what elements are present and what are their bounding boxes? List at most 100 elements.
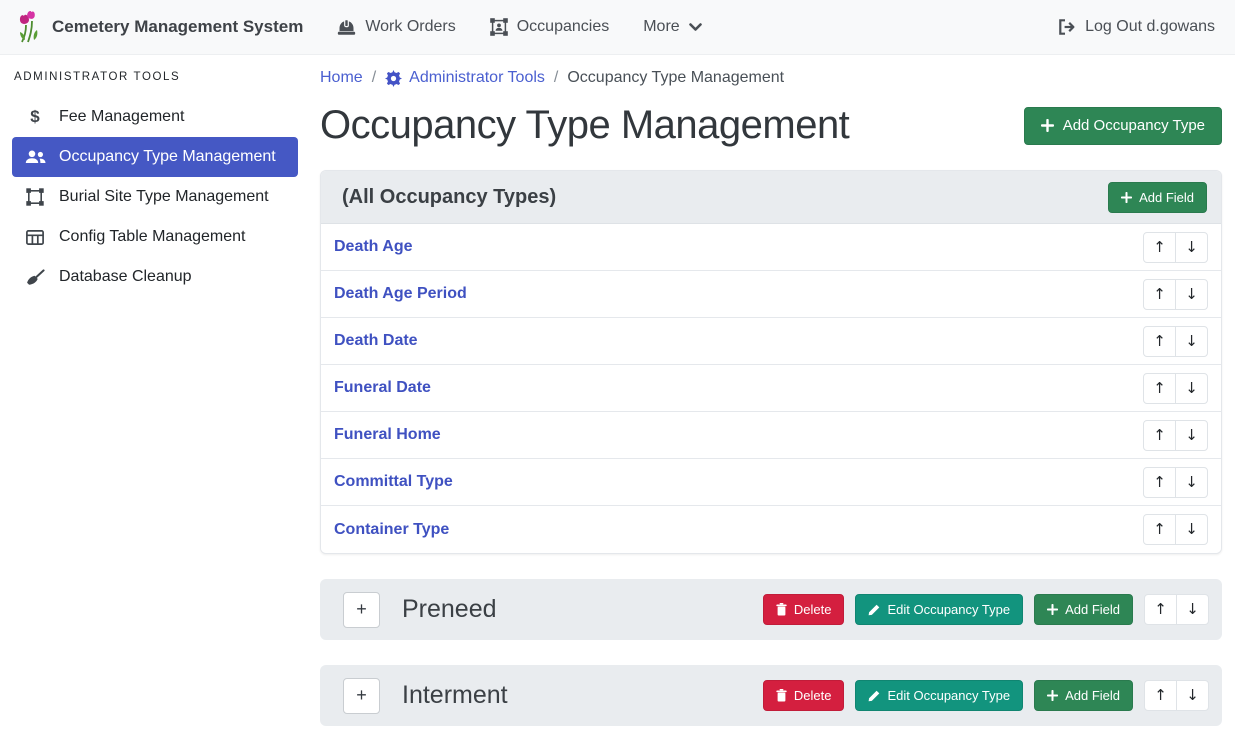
- sidebar-item-label: Config Table Management: [59, 228, 246, 246]
- reorder-buttons: ↑ ↓: [1143, 420, 1208, 451]
- add-field-button[interactable]: Add Field: [1108, 182, 1207, 213]
- sidebar-item-fee-management[interactable]: $ Fee Management: [12, 97, 298, 137]
- pencil-icon: [868, 690, 880, 702]
- move-down-button[interactable]: ↓: [1175, 467, 1208, 498]
- nav-occupancies[interactable]: Occupancies: [480, 10, 620, 44]
- move-up-button[interactable]: ↑: [1143, 514, 1176, 545]
- sidebar: ADMINISTRATOR TOOLS $ Fee Management Occ…: [0, 55, 310, 738]
- move-up-button[interactable]: ↑: [1143, 232, 1176, 263]
- add-occupancy-type-button[interactable]: Add Occupancy Type: [1024, 107, 1222, 145]
- field-link-death-age[interactable]: Death Age: [334, 238, 413, 256]
- all-occupancy-types-header: (All Occupancy Types) Add Field: [321, 171, 1221, 224]
- sidebar-item-label: Database Cleanup: [59, 268, 192, 286]
- trash-icon: [776, 603, 787, 616]
- field-link-death-age-period[interactable]: Death Age Period: [334, 285, 467, 303]
- broom-icon: [24, 269, 46, 286]
- reorder-buttons: ↑ ↓: [1143, 514, 1208, 545]
- move-up-button[interactable]: ↑: [1143, 279, 1176, 310]
- nav-occupancies-label: Occupancies: [517, 18, 610, 36]
- move-down-button[interactable]: ↓: [1175, 420, 1208, 451]
- logout-button[interactable]: Log Out d.gowans: [1054, 10, 1219, 44]
- hard-hat-icon: [337, 19, 356, 36]
- breadcrumb: Home / Administrator Tools / Occupancy T…: [320, 69, 1222, 87]
- add-field-label: Add Field: [1139, 190, 1194, 205]
- field-row: Committal Type ↑ ↓: [321, 459, 1221, 506]
- field-link-death-date[interactable]: Death Date: [334, 332, 418, 350]
- move-down-button[interactable]: ↓: [1176, 594, 1209, 625]
- expand-button[interactable]: +: [343, 678, 380, 714]
- delete-button[interactable]: Delete: [763, 594, 845, 625]
- sidebar-heading: ADMINISTRATOR TOOLS: [12, 63, 298, 97]
- table-icon: [24, 230, 46, 245]
- field-row: Death Age ↑ ↓: [321, 224, 1221, 271]
- move-up-button[interactable]: ↑: [1143, 326, 1176, 357]
- field-row: Funeral Date ↑ ↓: [321, 365, 1221, 412]
- breadcrumb-separator: /: [554, 69, 558, 87]
- field-row: Funeral Home ↑ ↓: [321, 412, 1221, 459]
- breadcrumb-home-link[interactable]: Home: [320, 69, 363, 87]
- sidebar-item-label: Fee Management: [59, 108, 184, 126]
- sidebar-item-config-table-management[interactable]: Config Table Management: [12, 217, 298, 257]
- nav-more-label: More: [643, 18, 679, 36]
- nav-more[interactable]: More: [633, 10, 711, 44]
- add-field-button[interactable]: Add Field: [1034, 680, 1133, 711]
- reorder-buttons: ↑ ↓: [1143, 232, 1208, 263]
- top-navbar: Cemetery Management System Work Orders: [0, 0, 1235, 55]
- move-down-button[interactable]: ↓: [1176, 680, 1209, 711]
- logout-label: Log Out d.gowans: [1085, 18, 1215, 36]
- sidebar-item-burial-site-type-management[interactable]: Burial Site Type Management: [12, 177, 298, 217]
- edit-occupancy-type-button[interactable]: Edit Occupancy Type: [855, 680, 1023, 711]
- nav-work-orders-label: Work Orders: [365, 18, 455, 36]
- app-brand[interactable]: Cemetery Management System: [16, 10, 303, 44]
- main-content: Home / Administrator Tools / Occupancy T…: [310, 55, 1235, 738]
- sidebar-item-label: Occupancy Type Management: [59, 148, 276, 166]
- field-link-funeral-date[interactable]: Funeral Date: [334, 379, 431, 397]
- reorder-buttons: ↑ ↓: [1143, 467, 1208, 498]
- title-row: Occupancy Type Management Add Occupancy …: [320, 103, 1222, 148]
- edit-occupancy-type-button[interactable]: Edit Occupancy Type: [855, 594, 1023, 625]
- add-occupancy-type-label: Add Occupancy Type: [1063, 117, 1205, 134]
- users-icon: [24, 150, 46, 164]
- chevron-down-icon: [689, 23, 702, 32]
- move-up-button[interactable]: ↑: [1144, 680, 1177, 711]
- gear-icon: [385, 70, 402, 87]
- edit-occupancy-type-label: Edit Occupancy Type: [887, 688, 1010, 703]
- field-link-funeral-home[interactable]: Funeral Home: [334, 426, 441, 444]
- move-up-button[interactable]: ↑: [1143, 420, 1176, 451]
- move-down-button[interactable]: ↓: [1175, 326, 1208, 357]
- move-down-button[interactable]: ↓: [1175, 279, 1208, 310]
- all-occupancy-types-card: (All Occupancy Types) Add Field Death Ag…: [320, 170, 1222, 554]
- breadcrumb-admin-tools-link[interactable]: Administrator Tools: [385, 69, 545, 87]
- page-title: Occupancy Type Management: [320, 103, 849, 148]
- reorder-buttons: ↑ ↓: [1143, 279, 1208, 310]
- field-row: Death Age Period ↑ ↓: [321, 271, 1221, 318]
- occupancy-type-name: Preneed: [402, 595, 497, 624]
- breadcrumb-current: Occupancy Type Management: [567, 69, 784, 87]
- move-up-button[interactable]: ↑: [1143, 373, 1176, 404]
- delete-button[interactable]: Delete: [763, 680, 845, 711]
- trash-icon: [776, 689, 787, 702]
- reorder-buttons: ↑ ↓: [1144, 680, 1209, 711]
- sidebar-item-database-cleanup[interactable]: Database Cleanup: [12, 257, 298, 297]
- expand-button[interactable]: +: [343, 592, 380, 628]
- pencil-icon: [868, 604, 880, 616]
- move-down-button[interactable]: ↓: [1175, 232, 1208, 263]
- occupancy-type-section-preneed: + Preneed Delete: [320, 579, 1222, 640]
- field-link-container-type[interactable]: Container Type: [334, 521, 449, 539]
- move-down-button[interactable]: ↓: [1175, 514, 1208, 545]
- move-up-button[interactable]: ↑: [1144, 594, 1177, 625]
- tulips-logo-icon: [16, 10, 42, 44]
- occupancy-type-name: Interment: [402, 681, 508, 710]
- nav-work-orders[interactable]: Work Orders: [327, 10, 465, 44]
- move-up-button[interactable]: ↑: [1143, 467, 1176, 498]
- field-link-committal-type[interactable]: Committal Type: [334, 473, 453, 491]
- add-field-button[interactable]: Add Field: [1034, 594, 1133, 625]
- field-row: Container Type ↑ ↓: [321, 506, 1221, 553]
- plus-icon: [1121, 192, 1132, 203]
- reorder-buttons: ↑ ↓: [1143, 326, 1208, 357]
- move-down-button[interactable]: ↓: [1175, 373, 1208, 404]
- sidebar-item-occupancy-type-management[interactable]: Occupancy Type Management: [12, 137, 298, 177]
- logout-icon: [1058, 19, 1076, 35]
- plus-icon: [1041, 119, 1054, 132]
- main-nav: Work Orders Occupancies More: [327, 10, 711, 44]
